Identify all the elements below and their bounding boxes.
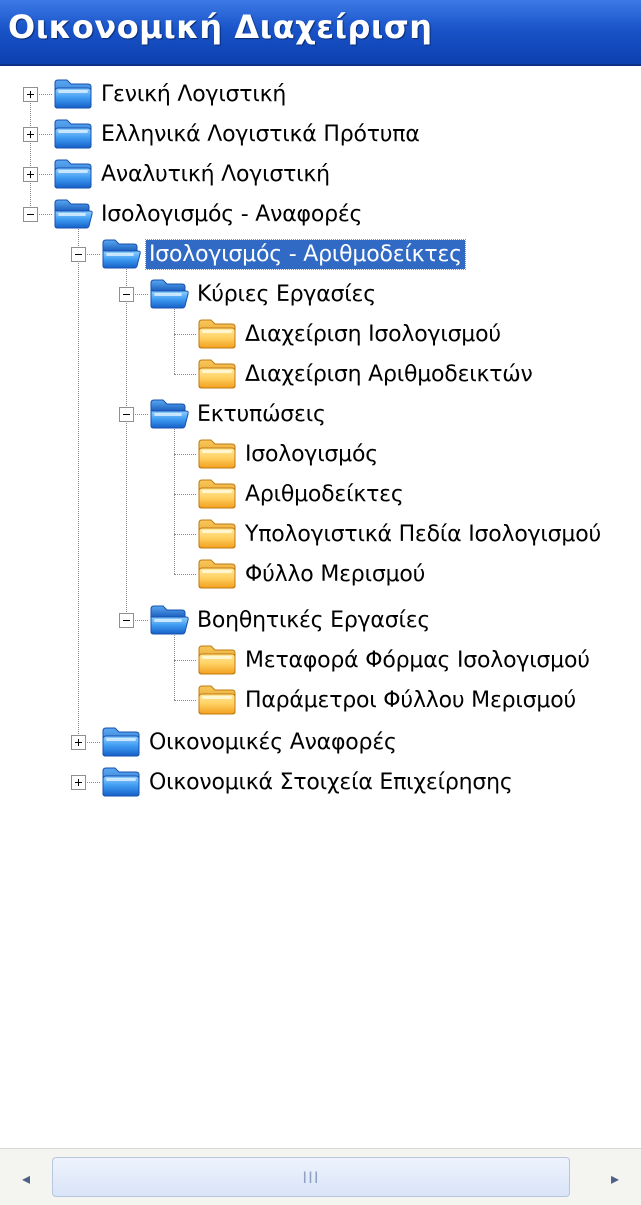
- collapse-button[interactable]: [71, 247, 86, 262]
- window-title: Οικονομική Διαχείριση: [8, 8, 433, 46]
- folder-item-icon: [198, 559, 236, 589]
- tree-item-arithmodeiktes[interactable]: Αριθμοδείκτες: [196, 474, 407, 514]
- expand-button[interactable]: [23, 127, 38, 142]
- tree-item-label: Υπολογιστικά Πεδία Ισολογισμού: [245, 521, 601, 547]
- expand-button[interactable]: [71, 775, 86, 790]
- horizontal-scrollbar[interactable]: ◂ III ▸: [0, 1148, 641, 1205]
- tree-item-oikonomika-stoixeia[interactable]: Οικονομικά Στοιχεία Επιχείρησης: [100, 762, 516, 802]
- tree-line: [174, 574, 196, 575]
- tree-line: [30, 94, 31, 214]
- tree-item-metafora-formas[interactable]: Μεταφορά Φόρμας Ισολογισμού: [196, 640, 593, 680]
- folder-closed-icon: [54, 119, 92, 149]
- tree-item-label: Ισολογισμός: [245, 441, 378, 467]
- tree-line: [174, 660, 196, 661]
- tree-item-parametroi-fyllou[interactable]: Παράμετροι Φύλλου Μερισμού: [196, 680, 579, 720]
- tree-item-isologismos-anafores[interactable]: Ισολογισμός - Αναφορές: [52, 194, 365, 234]
- tree-item-label: Παράμετροι Φύλλου Μερισμού: [245, 687, 576, 713]
- tree-view[interactable]: Γενική Λογιστική Ελληνικά Λογιστικά Πρότ…: [0, 66, 641, 1146]
- tree-item-voithitikes-ergasies[interactable]: Βοηθητικές Εργασίες: [148, 600, 433, 640]
- folder-open-icon: [54, 199, 93, 229]
- folder-open-icon: [150, 399, 189, 429]
- tree-item-label: Οικονομικά Στοιχεία Επιχείρησης: [149, 769, 513, 795]
- tree-item-label: Αριθμοδείκτες: [245, 481, 404, 507]
- folder-open-icon: [102, 239, 141, 269]
- tree-item-fyllo-merismou[interactable]: Φύλλο Μερισμού: [196, 554, 428, 594]
- tree-item-label: Διαχείριση Ισολογισμού: [245, 321, 501, 347]
- folder-open-icon: [150, 605, 189, 635]
- collapse-button[interactable]: [119, 613, 134, 628]
- tree-item-label: Αναλυτική Λογιστική: [101, 161, 330, 187]
- tree-item-label: Εκτυπώσεις: [197, 401, 326, 427]
- tree-line: [174, 700, 196, 701]
- tree-item-geniki-logistiki[interactable]: Γενική Λογιστική: [52, 74, 289, 114]
- tree-item-oikonomikes-anafores[interactable]: Οικονομικές Αναφορές: [100, 722, 400, 762]
- expand-button[interactable]: [23, 87, 38, 102]
- tree-item-isologismos[interactable]: Ισολογισμός: [196, 434, 381, 474]
- tree-line: [126, 254, 127, 620]
- scrollbar-thumb[interactable]: III: [52, 1157, 570, 1197]
- tree-item-diaxeirisi-arithmodeikton[interactable]: Διαχείριση Αριθμοδεικτών: [196, 354, 536, 394]
- tree-item-label: Διαχείριση Αριθμοδεικτών: [245, 361, 533, 387]
- folder-item-icon: [198, 479, 236, 509]
- folder-closed-icon: [102, 767, 140, 797]
- folder-closed-icon: [54, 79, 92, 109]
- tree-line: [174, 534, 196, 535]
- tree-item-label: Ισολογισμός - Αριθμοδείκτες: [145, 238, 466, 270]
- expand-button[interactable]: [23, 167, 38, 182]
- title-bar: Οικονομική Διαχείριση: [0, 0, 641, 66]
- scroll-right-button[interactable]: ▸: [595, 1157, 635, 1199]
- expand-button[interactable]: [71, 735, 86, 750]
- collapse-button[interactable]: [119, 287, 134, 302]
- folder-item-icon: [198, 519, 236, 549]
- tree-item-label: Οικονομικές Αναφορές: [149, 729, 397, 755]
- tree-item-ypologistika-pedia[interactable]: Υπολογιστικά Πεδία Ισολογισμού: [196, 514, 604, 554]
- tree-item-ektyposeis[interactable]: Εκτυπώσεις: [148, 394, 329, 434]
- folder-closed-icon: [54, 159, 92, 189]
- tree-line: [174, 374, 196, 375]
- tree-item-label: Βοηθητικές Εργασίες: [197, 607, 431, 633]
- folder-closed-icon: [102, 727, 140, 757]
- tree-line: [174, 454, 196, 455]
- tree-item-diaxeirisi-isologismou[interactable]: Διαχείριση Ισολογισμού: [196, 314, 504, 354]
- folder-item-icon: [198, 685, 236, 715]
- tree-item-label: Ισολογισμός - Αναφορές: [101, 201, 363, 227]
- tree-line: [174, 334, 196, 335]
- tree-line: [78, 214, 79, 742]
- tree-item-kyries-ergasies[interactable]: Κύριες Εργασίες: [148, 274, 379, 314]
- folder-item-icon: [198, 319, 236, 349]
- tree-item-label: Ελληνικά Λογιστικά Πρότυπα: [101, 121, 420, 147]
- chevron-left-icon: ◂: [21, 1168, 31, 1188]
- tree-item-label: Μεταφορά Φόρμας Ισολογισμού: [245, 647, 590, 673]
- grip-icon: III: [302, 1167, 320, 1187]
- tree-line: [174, 494, 196, 495]
- tree-item-label: Κύριες Εργασίες: [197, 281, 376, 307]
- tree-item-ellinika-logistika-protypa[interactable]: Ελληνικά Λογιστικά Πρότυπα: [52, 114, 423, 154]
- folder-item-icon: [198, 439, 236, 469]
- chevron-right-icon: ▸: [610, 1168, 620, 1188]
- folder-item-icon: [198, 359, 236, 389]
- folder-open-icon: [150, 279, 189, 309]
- collapse-button[interactable]: [119, 407, 134, 422]
- collapse-button[interactable]: [23, 207, 38, 222]
- tree-item-label: Γενική Λογιστική: [101, 81, 287, 107]
- tree-item-analytiki-logistiki[interactable]: Αναλυτική Λογιστική: [52, 154, 333, 194]
- tree-item-isologismos-arithmodeiktes[interactable]: Ισολογισμός - Αριθμοδείκτες: [100, 234, 466, 274]
- scroll-left-button[interactable]: ◂: [6, 1157, 46, 1199]
- folder-item-icon: [198, 645, 236, 675]
- tree-item-label: Φύλλο Μερισμού: [245, 561, 426, 587]
